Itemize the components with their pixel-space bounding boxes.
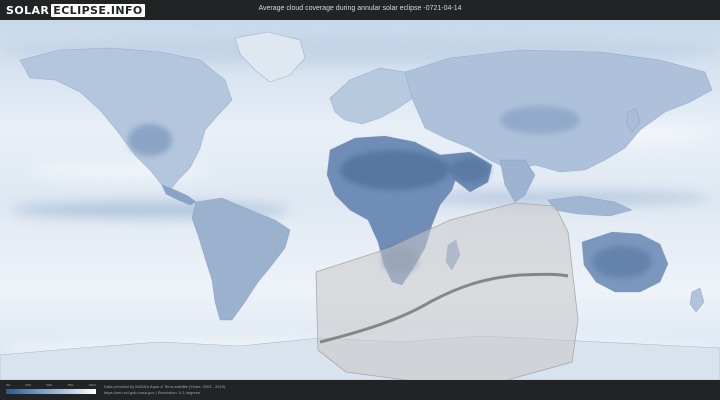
world-map-svg — [0, 20, 720, 380]
legend-tick: 100% — [88, 383, 96, 387]
footer-bar: 0% 25% 50% 75% 100% Data provided by NAS… — [0, 380, 720, 400]
cloud-coverage-map — [0, 20, 720, 380]
credits-line-link[interactable]: https://neo.sci.gsfc.nasa.gov | Resoluti… — [104, 390, 225, 396]
legend-tick: 75% — [67, 383, 74, 387]
legend-ticks: 0% 25% 50% 75% 100% — [6, 383, 96, 388]
cloud-coverage-legend — [6, 389, 96, 394]
header-bar: SOLAR ECLIPSE.INFO Average cloud coverag… — [0, 0, 720, 20]
legend-tick: 0% — [6, 383, 11, 387]
page-title: Average cloud coverage during annular so… — [258, 5, 462, 12]
data-credits: Data provided by NASA's Aqua & Terra sat… — [104, 384, 225, 396]
legend-tick: 50% — [46, 383, 53, 387]
legend-tick: 25% — [25, 383, 32, 387]
